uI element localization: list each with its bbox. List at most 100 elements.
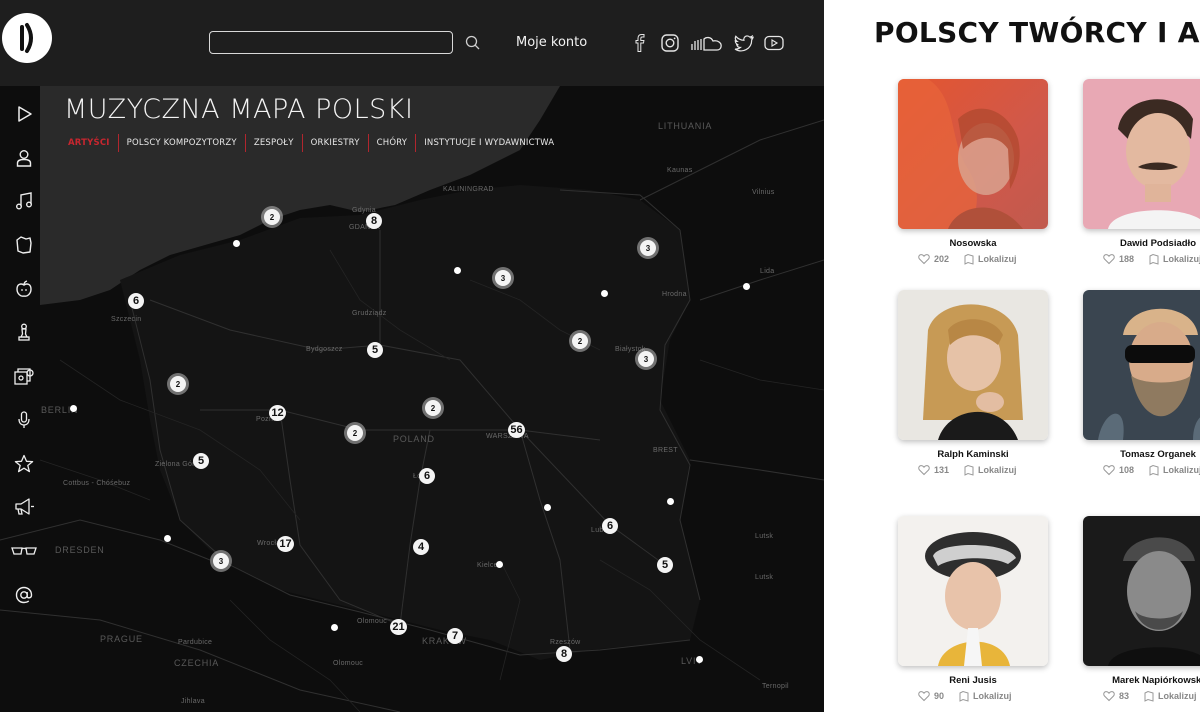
locate-link[interactable]: Lokalizuj <box>963 464 1017 476</box>
glasses-icon[interactable] <box>10 537 38 565</box>
map-cluster-marker[interactable]: 5 <box>193 453 209 469</box>
artist-name[interactable]: Ralph Kaminski <box>898 449 1048 460</box>
map-pin-icon <box>1148 464 1160 476</box>
artist-card[interactable]: Nosowska 202 Lokalizuj <box>898 79 1068 265</box>
map-cluster-marker[interactable]: 8 <box>366 213 382 229</box>
apple-icon[interactable] <box>10 275 38 303</box>
tab-institutions[interactable]: INSTYTUCJE I WYDAWNICTWA <box>415 134 562 152</box>
map-cluster-marker[interactable]: 56 <box>508 422 525 438</box>
heart-icon[interactable] <box>1103 253 1115 265</box>
map-cluster-marker[interactable]: 7 <box>447 628 463 644</box>
tab-orchestras[interactable]: ORKIESTRY <box>301 134 368 152</box>
locate-link[interactable]: Lokalizuj <box>1148 464 1200 476</box>
twitter-icon[interactable] <box>734 33 754 53</box>
artist-name[interactable]: Marek Napiórkowski <box>1083 675 1200 686</box>
youtube-icon[interactable] <box>764 33 784 53</box>
instagram-icon[interactable] <box>660 33 680 53</box>
heart-icon[interactable] <box>918 253 930 265</box>
facebook-icon[interactable] <box>630 33 650 53</box>
play-icon[interactable] <box>10 100 38 128</box>
artist-name[interactable]: Nosowska <box>898 238 1048 249</box>
at-sign-icon[interactable] <box>10 581 38 609</box>
map-cluster-marker[interactable]: 3 <box>638 351 654 367</box>
map-point-marker[interactable] <box>454 267 461 274</box>
artist-photo[interactable] <box>898 79 1048 229</box>
tab-artists[interactable]: ARTYŚCI <box>64 134 118 152</box>
artist-photo[interactable] <box>898 516 1048 666</box>
music-note-icon[interactable] <box>10 187 38 215</box>
artist-card[interactable]: Ralph Kaminski 131 Lokalizuj <box>898 290 1068 476</box>
app-root: LITHUANIA KALININGRAD Kaunas Vilnius Lid… <box>0 0 1200 712</box>
map-point-marker[interactable] <box>544 504 551 511</box>
category-tabs: ARTYŚCI POLSCY KOMPOZYTORZY ZESPOŁY ORKI… <box>64 134 562 152</box>
map-cluster-marker[interactable]: 2 <box>572 333 588 349</box>
artist-photo[interactable] <box>1083 79 1200 229</box>
artist-card[interactable]: Marek Napiórkowski 83 Lokalizuj <box>1083 516 1200 702</box>
heart-icon[interactable] <box>918 690 930 702</box>
map-cluster-marker[interactable]: 12 <box>269 405 286 421</box>
tab-bands[interactable]: ZESPOŁY <box>244 134 302 152</box>
tab-choirs[interactable]: CHÓRY <box>367 134 416 152</box>
map-cluster-marker[interactable]: 5 <box>367 342 383 358</box>
map-point-marker[interactable] <box>331 624 338 631</box>
map-point-marker[interactable] <box>496 561 503 568</box>
star-icon[interactable] <box>10 450 38 478</box>
map-cluster-marker[interactable]: 6 <box>128 293 144 309</box>
artist-photo[interactable] <box>898 290 1048 440</box>
map-point-marker[interactable] <box>601 290 608 297</box>
locate-link[interactable]: Lokalizuj <box>958 690 1012 702</box>
my-account-link[interactable]: Moje konto <box>516 35 587 50</box>
heart-icon[interactable] <box>918 464 930 476</box>
map-point-marker[interactable] <box>233 240 240 247</box>
map-point-marker[interactable] <box>70 405 77 412</box>
albums-icon[interactable] <box>10 362 38 390</box>
map-cluster-marker[interactable]: 3 <box>495 270 511 286</box>
map-point-marker[interactable] <box>667 498 674 505</box>
map-pin-icon <box>963 464 975 476</box>
artist-name[interactable]: Tomasz Organek <box>1083 449 1200 460</box>
map-cluster-marker[interactable]: 5 <box>657 557 673 573</box>
microphone-icon[interactable] <box>10 406 38 434</box>
map-cluster-marker[interactable]: 6 <box>419 468 435 484</box>
map-cluster-marker[interactable]: 21 <box>390 619 407 635</box>
map-cluster-marker[interactable]: 2 <box>425 400 441 416</box>
locate-link[interactable]: Lokalizuj <box>963 253 1017 265</box>
map-cluster-marker[interactable]: 6 <box>602 518 618 534</box>
map-cluster-marker[interactable]: 2 <box>170 376 186 392</box>
artist-card[interactable]: Reni Jusis 90 Lokalizuj <box>898 516 1068 702</box>
tab-polish-composers[interactable]: POLSCY KOMPOZYTORZY <box>117 134 245 152</box>
map-cluster-marker[interactable]: 3 <box>640 240 656 256</box>
map-panel[interactable]: LITHUANIA KALININGRAD Kaunas Vilnius Lid… <box>0 0 824 712</box>
search-icon[interactable] <box>464 34 482 52</box>
search-input[interactable] <box>209 31 453 54</box>
site-logo[interactable] <box>2 13 52 63</box>
map-cluster-marker[interactable]: 4 <box>413 539 429 555</box>
map-point-marker[interactable] <box>743 283 750 290</box>
map-cluster-marker[interactable]: 17 <box>277 536 294 552</box>
locate-label: Lokalizuj <box>1163 465 1200 475</box>
heart-icon[interactable] <box>1103 690 1115 702</box>
map-cluster-marker[interactable]: 2 <box>347 425 363 441</box>
artist-photo[interactable] <box>1083 516 1200 666</box>
person-icon[interactable] <box>10 144 38 172</box>
map-cluster-marker[interactable]: 2 <box>264 209 280 225</box>
artist-name[interactable]: Reni Jusis <box>898 675 1048 686</box>
map-label-lutsk-2: Lutsk <box>755 574 774 581</box>
map-cluster-marker[interactable]: 3 <box>213 553 229 569</box>
heart-icon[interactable] <box>1103 464 1115 476</box>
map-point-marker[interactable] <box>696 656 703 663</box>
locate-link[interactable]: Lokalizuj <box>1143 690 1197 702</box>
locate-link[interactable]: Lokalizuj <box>1148 253 1200 265</box>
map-label-brest: BREST <box>653 447 678 454</box>
megaphone-icon[interactable] <box>10 493 38 521</box>
soundcloud-icon[interactable] <box>690 33 724 53</box>
artist-card[interactable]: Dawid Podsiadło 188 Lokalizuj <box>1083 79 1200 265</box>
locate-label: Lokalizuj <box>1158 691 1197 701</box>
map-cluster-marker[interactable]: 8 <box>556 646 572 662</box>
map-region-icon[interactable] <box>10 231 38 259</box>
artist-card[interactable]: Tomasz Organek 108 Lokalizuj <box>1083 290 1200 476</box>
map-point-marker[interactable] <box>164 535 171 542</box>
chess-pawn-icon[interactable] <box>10 318 38 346</box>
artist-photo[interactable] <box>1083 290 1200 440</box>
artist-name[interactable]: Dawid Podsiadło <box>1083 238 1200 249</box>
